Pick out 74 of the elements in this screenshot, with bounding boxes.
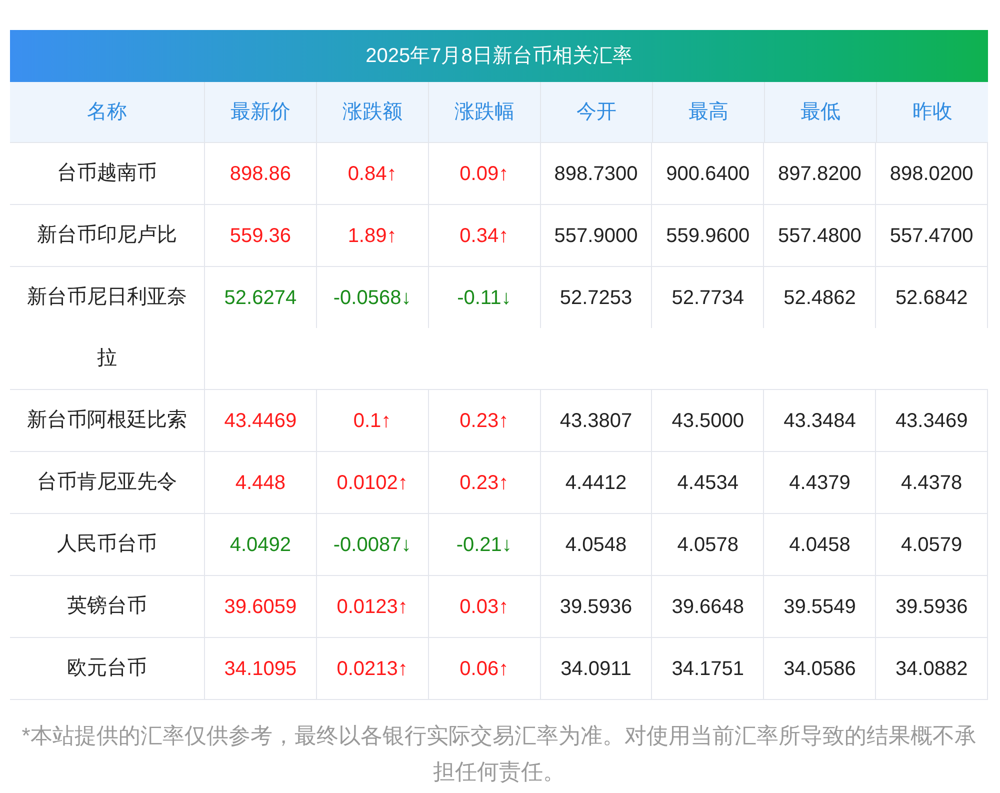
table-title: 2025年7月8日新台币相关汇率 [10,30,988,82]
table-cell: 39.5549 [764,576,876,637]
table-cell: 欧元台币 [10,638,205,699]
table-cell: 新台币印尼卢比 [10,205,205,266]
table-cell: 559.36 [205,205,317,266]
table-cell: -0.0568↓ [316,267,429,328]
table-cell: 43.3484 [764,390,876,451]
table-cell: 900.6400 [652,143,764,204]
column-header: 涨跌幅 [429,82,541,142]
column-header: 名称 [10,82,205,142]
table-cell: 43.3469 [876,390,988,451]
column-header: 最低 [765,82,877,142]
table-cell: 34.1751 [652,638,764,699]
table-cell: -0.21↓ [428,514,541,575]
table-cell: 4.0578 [652,514,764,575]
table-cell: 4.4412 [540,452,652,513]
table-cell: 4.0548 [540,514,652,575]
column-header: 最高 [653,82,765,142]
table-cell: 台币越南币 [10,143,205,204]
table-cell: 39.5936 [540,576,652,637]
table-cell: 0.23↑ [428,390,541,451]
table-cell: 34.0911 [540,638,652,699]
table-cell: 34.1095 [205,638,317,699]
table-cell: 0.09↑ [428,143,541,204]
table-cell: 台币肯尼亚先令 [10,452,205,513]
table-cell: 新台币阿根廷比索 [10,390,205,451]
table-cell: 0.03↑ [428,576,541,637]
table-cell: 0.0102↑ [316,452,429,513]
table-cell: 52.7734 [652,267,764,328]
table-cell: 0.1↑ [316,390,429,451]
table-cell: 898.86 [205,143,317,204]
table-cell: 897.8200 [764,143,876,204]
table-cell: 0.06↑ [428,638,541,699]
table-cell: 英镑台币 [10,576,205,637]
table-cell: -0.11↓ [428,267,541,328]
table-cell: 4.4379 [764,452,876,513]
column-header: 涨跌额 [317,82,429,142]
table-cell: 39.5936 [876,576,988,637]
table-cell: 4.0458 [764,514,876,575]
table-cell: 34.0586 [764,638,876,699]
table-cell: -0.0087↓ [316,514,429,575]
table-cell: 0.0123↑ [316,576,429,637]
table-cell: 4.0492 [205,514,317,575]
table-cell: 1.89↑ [316,205,429,266]
table-cell: 52.6842 [876,267,988,328]
table-cell: 39.6648 [652,576,764,637]
table-cell: 557.4700 [876,205,988,266]
table-cell: 898.7300 [540,143,652,204]
table-cell: 4.4534 [652,452,764,513]
column-header: 昨收 [912,100,954,125]
disclaimer-text: *本站提供的汇率仅供参考，最终以各银行实际交易汇率为准。对使用当前汇率所导致的结果概不承担任何责任。 [20,722,978,786]
table-cell: 898.0200 [876,143,988,204]
table-cell: 557.4800 [764,205,876,266]
table-cell: 52.6274 [205,267,317,328]
table-cell: 43.4469 [205,390,317,451]
table-cell: 4.4378 [876,452,988,513]
table-cell: 559.9600 [652,205,764,266]
table-cell: 34.0882 [876,638,988,699]
table-cell: 4.0579 [876,514,988,575]
table-cell: 52.4862 [764,267,876,328]
table-cell: 0.34↑ [428,205,541,266]
table-cell: 0.84↑ [316,143,429,204]
table-cell: 43.5000 [652,390,764,451]
table-cell: 39.6059 [205,576,317,637]
table-cell: 43.3807 [540,390,652,451]
table-cell: 人民币台币 [10,514,205,575]
table-cell: 4.448 [205,452,317,513]
table-cell: 557.9000 [540,205,652,266]
table-cell: 52.7253 [540,267,652,328]
table-cell: 新台币尼日利亚奈拉 [10,267,205,389]
column-header: 最新价 [205,82,317,142]
column-header: 今开 [541,82,653,142]
table-cell: 0.23↑ [428,452,541,513]
table-cell: 0.0213↑ [316,638,429,699]
